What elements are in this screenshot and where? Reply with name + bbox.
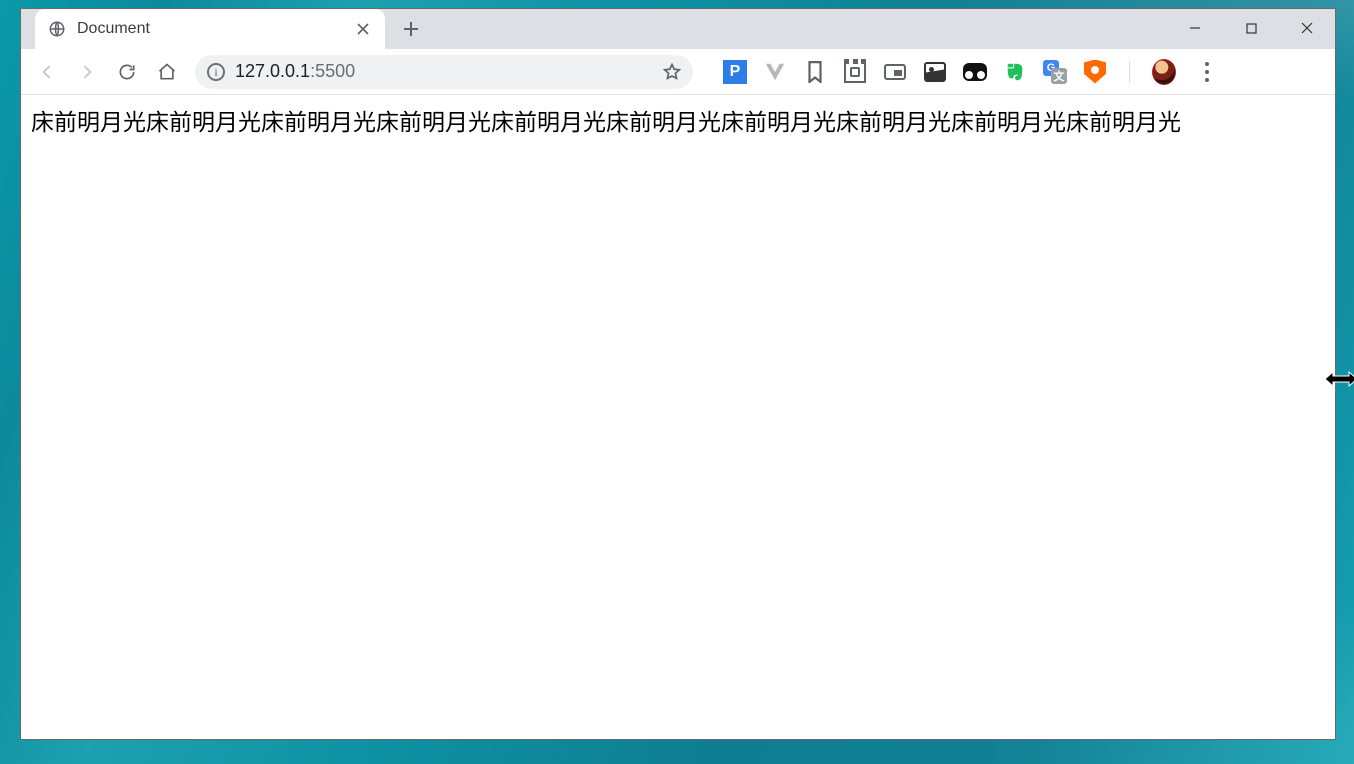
bookmark-star-icon[interactable] [661,61,683,83]
tab-close-button[interactable] [353,19,373,39]
back-button[interactable] [29,54,65,90]
window-minimize-button[interactable] [1167,9,1223,47]
browser-window: Document [20,8,1336,740]
extension-bookmark-icon[interactable] [803,60,827,84]
extensions-row: P [723,60,1222,84]
extension-video-icon[interactable] [883,60,907,84]
extension-castle-icon[interactable] [843,60,867,84]
extension-eyes-icon[interactable] [963,60,987,84]
extension-p-label: P [723,60,747,84]
tab-title: Document [77,20,343,38]
site-info-icon[interactable]: i [207,63,225,81]
avatar-icon [1152,59,1176,85]
extension-p-icon[interactable]: P [723,60,747,84]
url-host: 127.0.0.1 [235,61,310,81]
tab-strip: Document [21,9,1335,49]
toolbar-divider [1129,61,1130,83]
profile-avatar[interactable] [1152,60,1176,84]
url-port: :5500 [310,61,355,81]
reload-button[interactable] [109,54,145,90]
address-bar[interactable]: i 127.0.0.1:5500 [195,55,693,89]
extension-google-translate-icon[interactable]: G 文 [1043,60,1067,84]
page-body-text: 床前明月光床前明月光床前明月光床前明月光床前明月光床前明月光床前明月光床前明月光… [31,109,1181,135]
extension-shield-icon[interactable] [1083,60,1107,84]
new-tab-button[interactable] [395,13,427,45]
tab-document[interactable]: Document [35,9,385,49]
browser-menu-button[interactable] [1192,62,1222,82]
extension-v-icon[interactable] [763,60,787,84]
window-close-button[interactable] [1279,9,1335,47]
globe-icon [47,19,67,39]
forward-button[interactable] [69,54,105,90]
toolbar: i 127.0.0.1:5500 P [21,49,1335,95]
home-button[interactable] [149,54,185,90]
gt-b-label: 文 [1051,68,1067,84]
url-text: 127.0.0.1:5500 [235,61,651,82]
extension-image-icon[interactable] [923,60,947,84]
extension-evernote-icon[interactable] [1003,60,1027,84]
window-maximize-button[interactable] [1223,9,1279,47]
window-controls [1167,9,1335,49]
page-content: 床前明月光床前明月光床前明月光床前明月光床前明月光床前明月光床前明月光床前明月光… [21,95,1335,739]
